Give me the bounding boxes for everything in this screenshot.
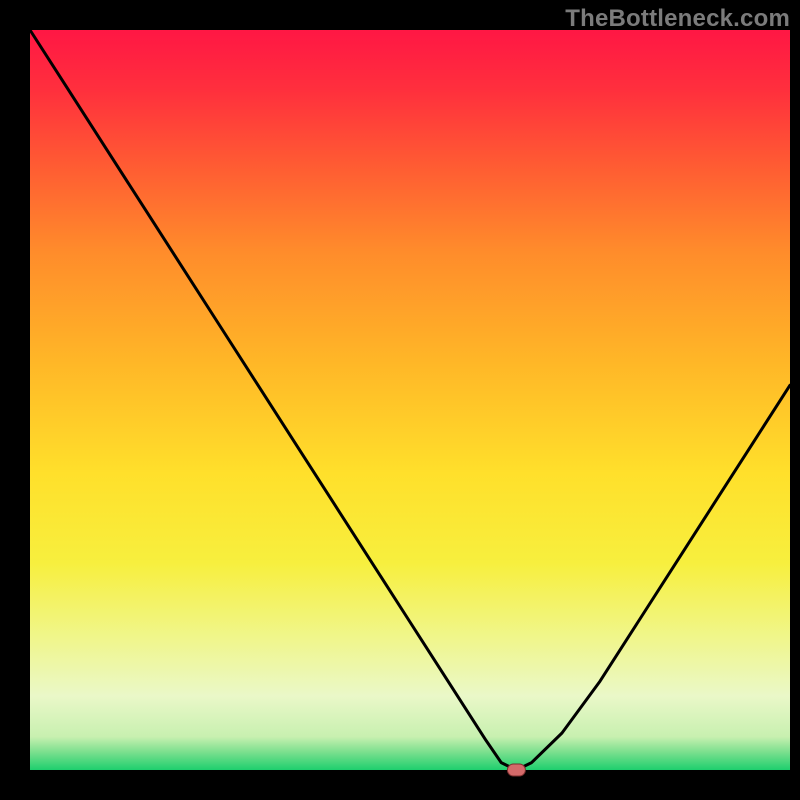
plot-background — [30, 30, 790, 770]
optimal-marker — [507, 764, 525, 776]
bottleneck-chart — [0, 0, 800, 800]
watermark-text: TheBottleneck.com — [565, 5, 790, 33]
chart-container: TheBottleneck.com — [0, 0, 800, 800]
